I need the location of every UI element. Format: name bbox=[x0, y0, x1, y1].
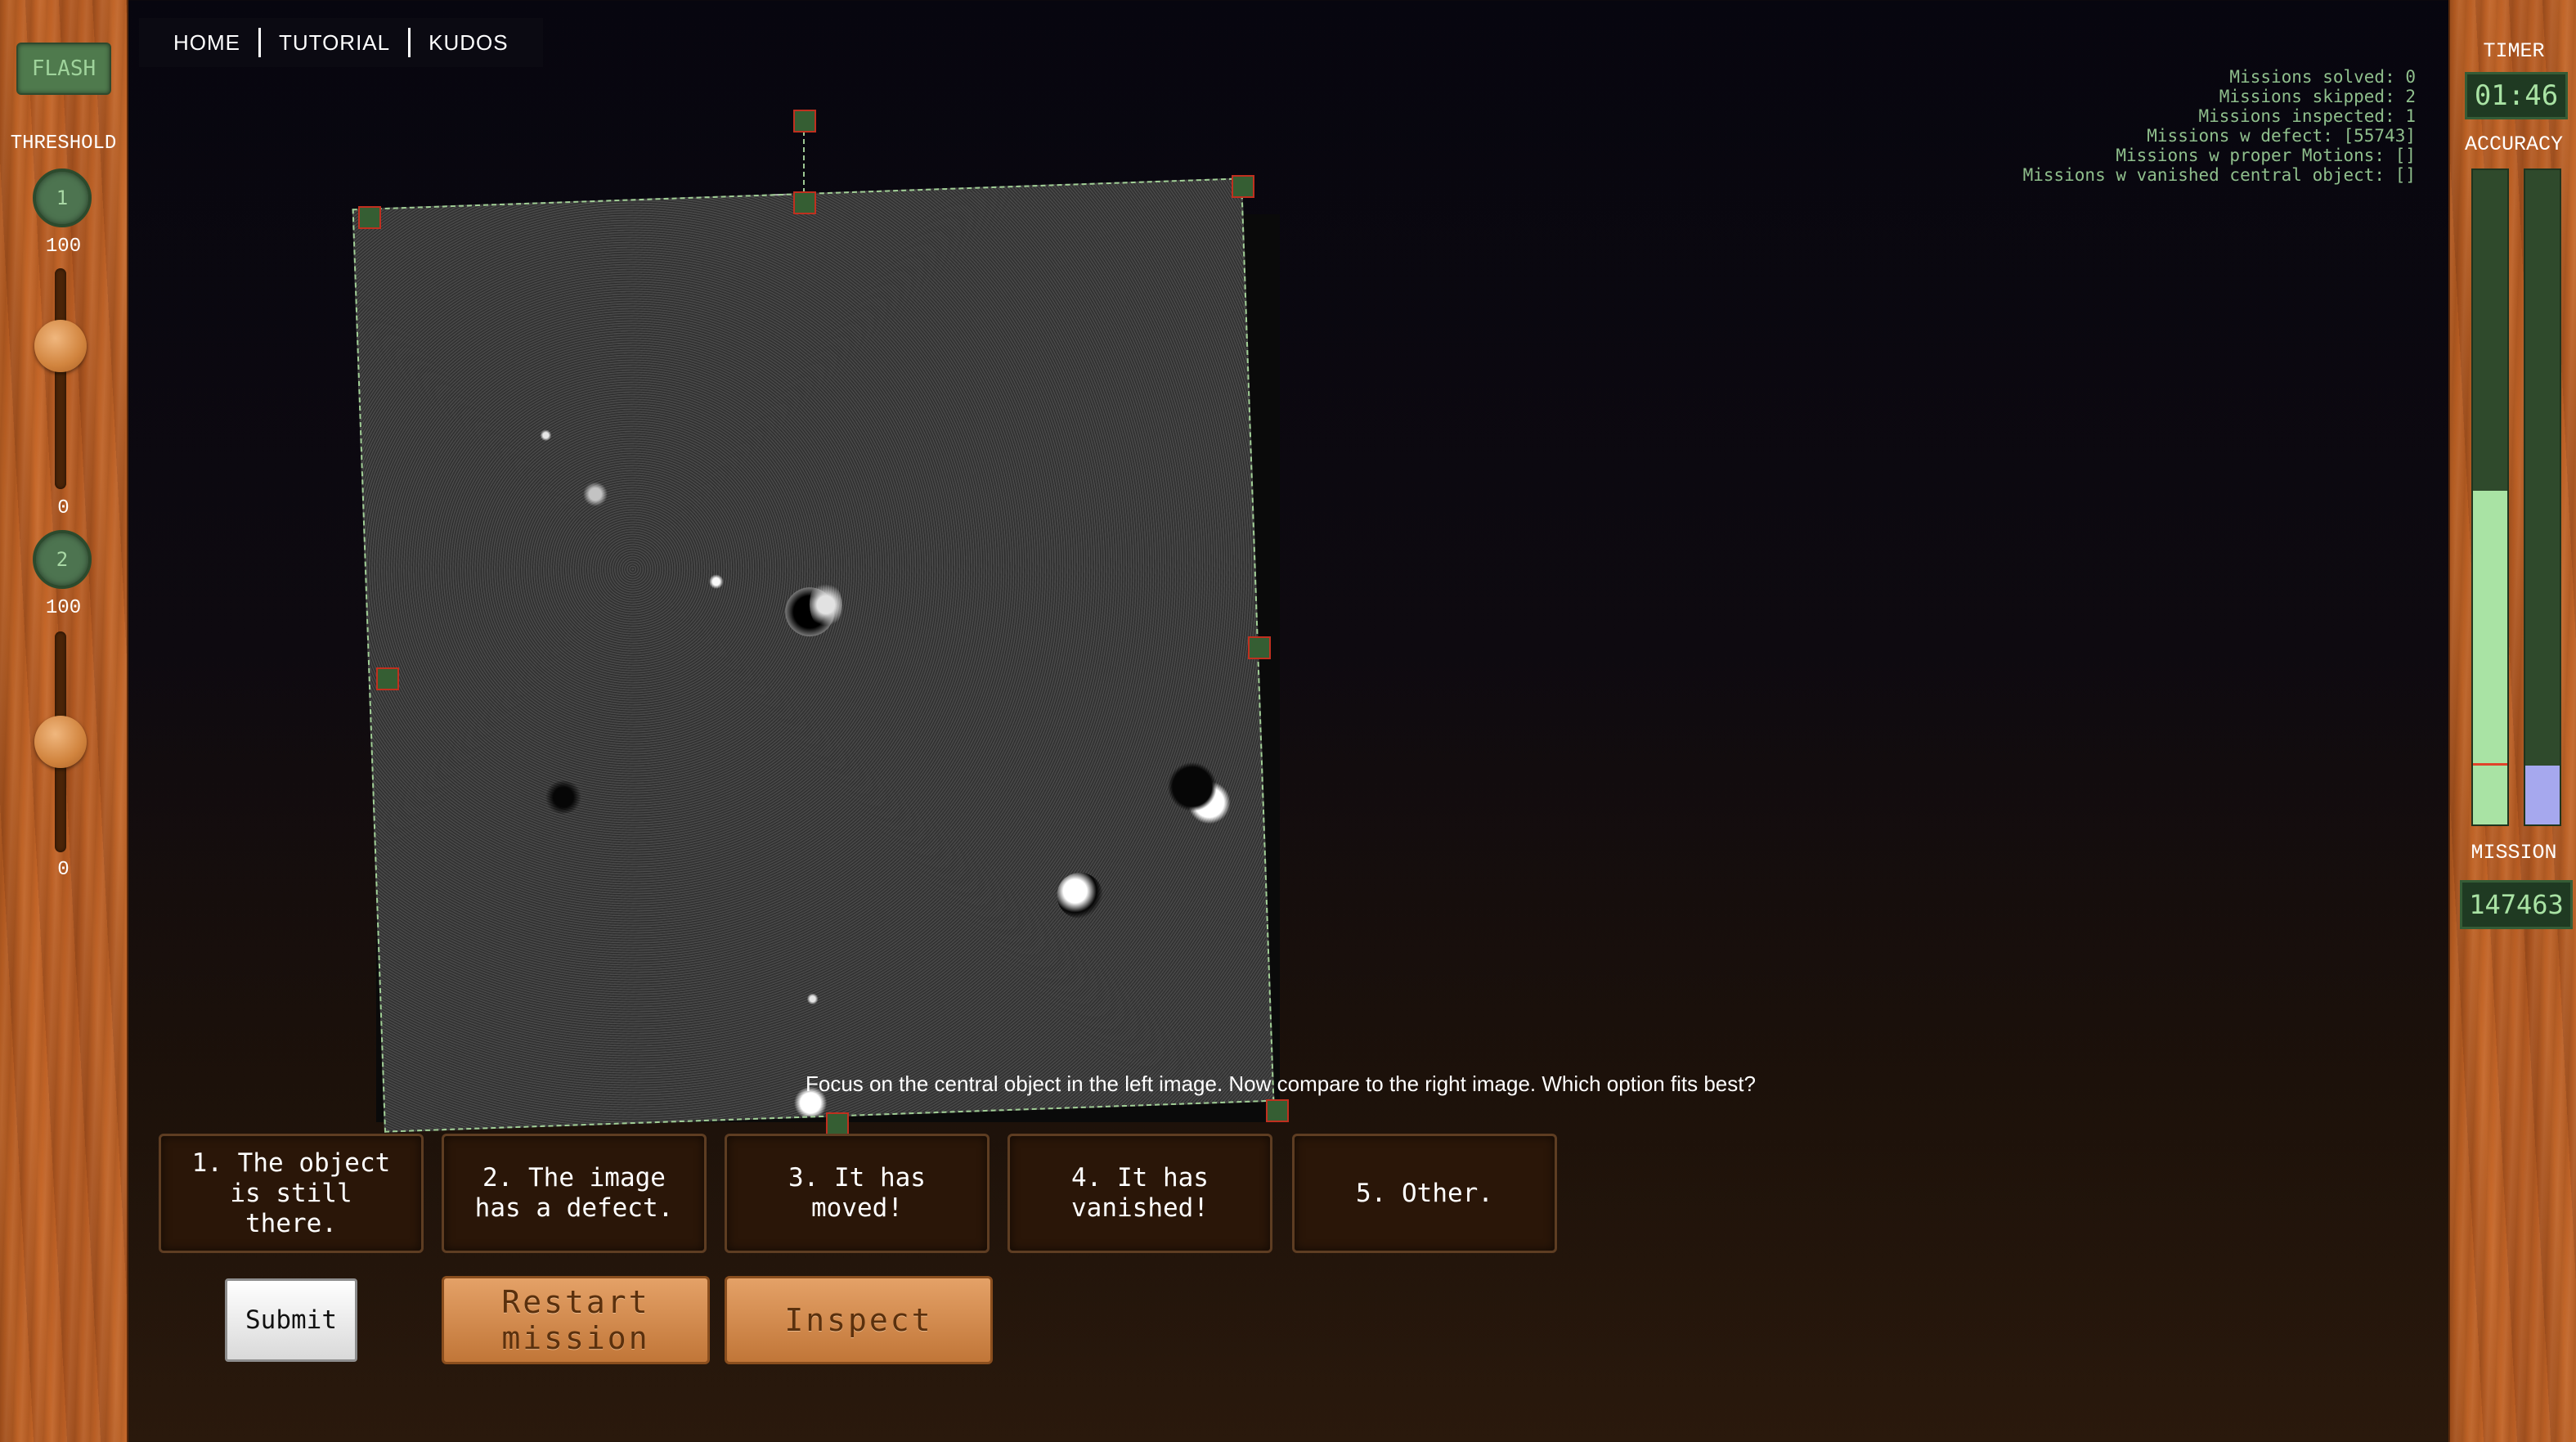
star-dot bbox=[708, 573, 725, 590]
resize-handle-top[interactable] bbox=[793, 191, 816, 214]
flash-button[interactable]: FLASH bbox=[16, 43, 111, 95]
option-still-there[interactable]: 1. The object is still there. bbox=[159, 1134, 424, 1253]
restart-mission-button[interactable]: Restart mission bbox=[442, 1276, 710, 1364]
accuracy-bar-2 bbox=[2524, 168, 2561, 826]
threshold-1-slider-track[interactable] bbox=[55, 268, 66, 489]
submit-button[interactable]: Submit bbox=[225, 1278, 357, 1362]
resize-handle-bottom[interactable] bbox=[826, 1112, 849, 1135]
threshold-2-max: 100 bbox=[45, 597, 82, 619]
stat-solved: Missions solved: 0 bbox=[2229, 67, 2416, 87]
timer-display: 01:46 bbox=[2465, 72, 2568, 119]
top-nav: HOME TUTORIAL KUDOS bbox=[139, 18, 543, 67]
mission-label: MISSION bbox=[2471, 841, 2557, 865]
threshold-1-indicator: 1 bbox=[33, 168, 92, 227]
threshold-2-slider-knob[interactable] bbox=[34, 716, 87, 768]
threshold-label: THRESHOLD bbox=[10, 133, 117, 155]
timer-label: TIMER bbox=[2483, 39, 2545, 63]
resize-handle-top-right[interactable] bbox=[1232, 175, 1254, 198]
rotation-handle[interactable] bbox=[793, 110, 816, 133]
star-dot bbox=[540, 429, 552, 442]
threshold-2-min: 0 bbox=[57, 859, 70, 881]
option-moved[interactable]: 3. It has moved! bbox=[725, 1134, 990, 1253]
nav-kudos-link[interactable]: KUDOS bbox=[411, 30, 526, 56]
resize-handle-top-left[interactable] bbox=[358, 206, 381, 229]
stat-vanished: Missions w vanished central object: [] bbox=[2022, 165, 2416, 185]
stat-proper-motions: Missions w proper Motions: [] bbox=[2116, 146, 2416, 165]
threshold-1-min: 0 bbox=[57, 497, 70, 519]
accuracy-bar-1 bbox=[2471, 168, 2509, 826]
option-other[interactable]: 5. Other. bbox=[1292, 1134, 1557, 1253]
threshold-1-max: 100 bbox=[45, 236, 82, 258]
left-wood-panel: FLASH THRESHOLD 1 100 0 2 100 0 bbox=[0, 0, 128, 1442]
accuracy-bar-2-fill bbox=[2525, 766, 2560, 824]
stat-defect: Missions w defect: [55743] bbox=[2147, 126, 2416, 146]
accuracy-bar-1-marker bbox=[2473, 763, 2507, 766]
option-vanished[interactable]: 4. It has vanished! bbox=[1008, 1134, 1272, 1253]
nav-tutorial-link[interactable]: TUTORIAL bbox=[261, 30, 408, 56]
question-prompt: Focus on the central object in the left … bbox=[806, 1071, 1756, 1096]
nav-home-link[interactable]: HOME bbox=[155, 30, 258, 56]
accuracy-bar-1-fill bbox=[2473, 491, 2507, 824]
threshold-2-indicator: 2 bbox=[33, 530, 92, 589]
mission-id-display: 147463 bbox=[2460, 880, 2573, 929]
star-dot bbox=[806, 993, 819, 1005]
mission-stats: Missions solved: 0 Missions skipped: 2 M… bbox=[2023, 67, 2416, 185]
right-wood-panel: TIMER 01:46 ACCURACY MISSION 147463 bbox=[2448, 0, 2576, 1442]
option-defect[interactable]: 2. The image has a defect. bbox=[442, 1134, 707, 1253]
dark-spot bbox=[544, 779, 583, 815]
accuracy-label: ACCURACY bbox=[2464, 133, 2564, 156]
inspect-button[interactable]: Inspect bbox=[725, 1276, 993, 1364]
secondary-object bbox=[1056, 871, 1104, 919]
resize-handle-left[interactable] bbox=[376, 667, 399, 690]
star-dot bbox=[582, 481, 608, 507]
stat-skipped: Missions skipped: 2 bbox=[2219, 87, 2416, 106]
resize-handle-bottom-right[interactable] bbox=[1266, 1099, 1289, 1122]
stat-inspected: Missions inspected: 1 bbox=[2198, 106, 2416, 126]
threshold-1-slider-knob[interactable] bbox=[34, 319, 87, 372]
astro-image[interactable] bbox=[352, 177, 1275, 1133]
resize-handle-right[interactable] bbox=[1248, 636, 1271, 659]
